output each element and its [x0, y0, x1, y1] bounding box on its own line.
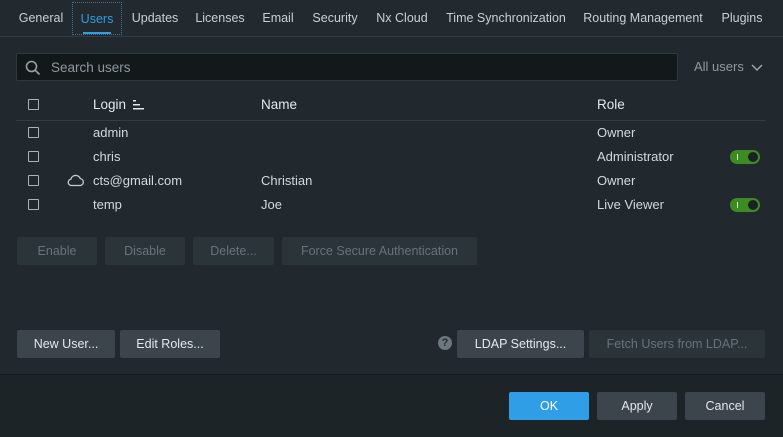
users-table-header: Login Name Role: [16, 92, 766, 121]
select-all-checkbox[interactable]: [28, 99, 39, 110]
row-role: Administrator: [597, 149, 674, 164]
search-input[interactable]: [51, 54, 671, 80]
row-login: cts@gmail.com: [93, 173, 183, 188]
fetch-users-from-ldap-button[interactable]: Fetch Users from LDAP...: [589, 330, 765, 358]
tab-security[interactable]: Security: [304, 2, 366, 35]
edit-roles-button[interactable]: Edit Roles...: [120, 330, 220, 358]
apply-button[interactable]: Apply: [597, 392, 677, 420]
disable-button[interactable]: Disable: [105, 237, 185, 265]
row-login: chris: [93, 149, 121, 164]
force-secure-authentication-button[interactable]: Force Secure Authentication: [282, 237, 477, 265]
row-checkbox[interactable]: [28, 175, 39, 186]
row-role: Live Viewer: [597, 197, 664, 212]
tab-time-synchronization[interactable]: Time Synchronization: [438, 2, 574, 35]
help-icon[interactable]: ?: [438, 336, 452, 350]
column-header-role[interactable]: Role: [597, 92, 625, 120]
tab-bar: General Users Updates Licenses Email Sec…: [0, 0, 783, 37]
table-row[interactable]: temp Joe Live Viewer: [16, 193, 766, 217]
row-role: Owner: [597, 125, 636, 140]
row-login: temp: [93, 197, 122, 212]
sort-icon: [132, 100, 144, 110]
table-row[interactable]: cts@gmail.com Christian Owner: [16, 169, 766, 193]
tab-updates[interactable]: Updates: [124, 2, 186, 35]
row-checkbox[interactable]: [28, 199, 39, 210]
column-header-name[interactable]: Name: [261, 92, 297, 120]
user-enabled-toggle[interactable]: [730, 150, 760, 164]
tab-licenses[interactable]: Licenses: [188, 2, 252, 35]
dialog-footer: OK Apply Cancel: [0, 374, 783, 437]
search-icon: [25, 60, 41, 76]
table-row[interactable]: admin Owner: [16, 121, 766, 145]
ldap-settings-button[interactable]: LDAP Settings...: [457, 330, 584, 358]
tab-plugins[interactable]: Plugins: [712, 2, 772, 35]
tab-nx-cloud[interactable]: Nx Cloud: [368, 2, 436, 35]
enable-button[interactable]: Enable: [17, 237, 97, 265]
row-checkbox[interactable]: [28, 151, 39, 162]
delete-button[interactable]: Delete...: [193, 237, 274, 265]
tab-routing-management[interactable]: Routing Management: [576, 2, 710, 35]
cloud-icon: [66, 174, 85, 190]
chevron-down-icon: [751, 64, 764, 71]
search-box: [16, 53, 678, 81]
cancel-button[interactable]: Cancel: [685, 392, 765, 420]
user-filter-dropdown[interactable]: All users: [694, 53, 764, 81]
user-filter-label: All users: [694, 59, 744, 74]
table-row[interactable]: chris Administrator: [16, 145, 766, 169]
row-name: Joe: [261, 197, 282, 212]
tab-email[interactable]: Email: [254, 2, 302, 35]
ok-button[interactable]: OK: [509, 392, 589, 420]
row-login: admin: [93, 125, 129, 140]
row-checkbox[interactable]: [28, 127, 39, 138]
user-enabled-toggle[interactable]: [730, 198, 760, 212]
row-role: Owner: [597, 173, 636, 188]
new-user-button[interactable]: New User...: [17, 330, 115, 358]
tab-general[interactable]: General: [12, 2, 70, 35]
column-header-login[interactable]: Login: [93, 92, 145, 120]
row-name: Christian: [261, 173, 313, 188]
tab-users[interactable]: Users: [72, 2, 122, 35]
